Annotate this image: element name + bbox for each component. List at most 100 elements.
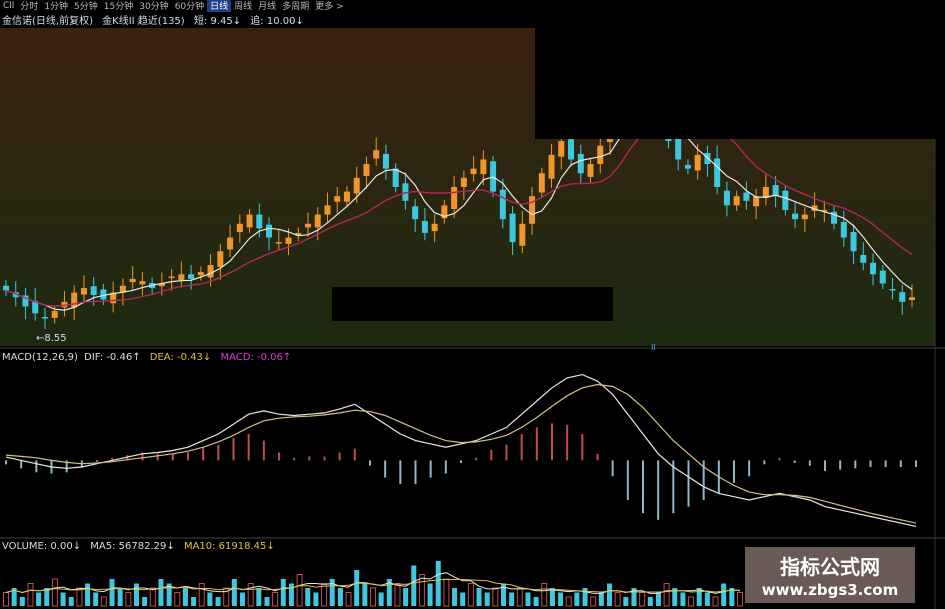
candle-body	[207, 265, 214, 278]
volume-bar	[354, 570, 360, 606]
masked-area-top	[535, 11, 945, 139]
candle-body	[256, 214, 263, 229]
volume-ma10-line	[5, 579, 740, 594]
candle-body	[568, 139, 575, 160]
volume-bar	[51, 578, 58, 607]
volume-bar	[76, 587, 83, 607]
candle-body	[197, 271, 204, 276]
volume-bar	[394, 583, 401, 607]
volume-bar	[117, 588, 123, 606]
volume-bar	[525, 592, 531, 606]
volume-bar	[182, 588, 188, 606]
volume-bar	[574, 592, 580, 606]
volume-ma5-label: MA5: 56782.29↓	[90, 541, 175, 552]
candle-body	[909, 297, 915, 301]
candle-body	[840, 221, 847, 238]
candle-body	[704, 153, 711, 165]
candle-body	[178, 274, 185, 281]
volume-bar	[721, 583, 727, 606]
macd-dif-label: DIF: -0.46↑	[84, 352, 141, 363]
candle-body	[470, 168, 477, 175]
candle-body	[879, 270, 886, 284]
volume-bar	[704, 592, 710, 606]
candle-body	[587, 164, 594, 177]
candle-body	[431, 223, 438, 232]
candle-body	[227, 237, 234, 250]
volume-bar	[467, 583, 474, 607]
volume-bar	[663, 583, 670, 607]
candle-body	[529, 196, 536, 224]
volume-bar	[541, 583, 548, 607]
volume-bar	[337, 588, 343, 606]
volume-bar	[256, 588, 262, 606]
candle-body	[577, 153, 584, 174]
volume-bar	[452, 588, 458, 606]
candle-body	[733, 196, 740, 206]
volume-bar	[231, 579, 237, 606]
volume-bar	[598, 592, 604, 606]
candle-body	[314, 214, 321, 228]
volume-bar	[27, 583, 34, 607]
volume-bar	[191, 597, 197, 606]
volume-bar	[215, 597, 221, 606]
candle-body	[363, 164, 370, 176]
volume-bar	[435, 561, 441, 606]
axis-marker-label: II	[651, 343, 656, 352]
candle-body	[275, 242, 282, 244]
candle-body	[460, 177, 467, 187]
volume-bar	[688, 596, 695, 607]
candle-body	[899, 292, 906, 302]
volume-bar	[345, 592, 352, 607]
candle-body	[90, 286, 97, 295]
volume-bar	[174, 592, 181, 607]
volume-bar	[296, 574, 303, 607]
volume-bar	[492, 587, 499, 607]
low-price-label: ←8.55	[36, 333, 67, 344]
volume-bar	[198, 583, 205, 607]
watermark-url: www.zbgs3.com	[761, 581, 899, 599]
macd-panel-header: MACD(12,26,9) DIF: -0.46↑ DEA: -0.43↓ MA…	[2, 352, 291, 363]
volume-bar	[516, 587, 523, 607]
candle-body	[509, 213, 516, 243]
volume-bar	[19, 597, 25, 606]
volume-bar	[639, 592, 646, 607]
volume-bar	[378, 592, 384, 606]
volume-bar	[313, 592, 319, 606]
volume-bar	[607, 583, 613, 606]
candle-body	[382, 153, 389, 169]
volume-bar	[712, 596, 719, 607]
macd-dea-label: DEA: -0.43↓	[149, 352, 212, 363]
candle-body	[860, 254, 867, 263]
volume-bar	[362, 583, 368, 606]
volume-bar	[565, 596, 572, 607]
candle-body	[801, 214, 808, 220]
volume-bar	[149, 587, 156, 607]
candle-body	[753, 196, 760, 207]
masked-area-middle	[332, 287, 613, 321]
volume-bar	[590, 596, 597, 607]
volume-bar	[240, 592, 246, 606]
macd-value-label: MACD: -0.06↑	[220, 352, 292, 363]
watermark-title: 指标公式网	[780, 555, 880, 579]
volume-bar	[207, 592, 213, 606]
volume-bar	[3, 592, 9, 607]
candle-body	[519, 223, 526, 246]
volume-ma10-label: MA10: 61918.45↓	[183, 541, 275, 552]
candle-body	[792, 213, 799, 220]
candle-body	[129, 278, 136, 283]
volume-bar	[280, 579, 286, 606]
candle-body	[3, 285, 9, 291]
candle-body	[782, 190, 789, 210]
volume-ma5-line	[5, 572, 741, 594]
macd-title[interactable]: MACD(12,26,9)	[2, 352, 78, 363]
candle-body	[51, 311, 58, 318]
candle-body	[675, 137, 682, 160]
candle-body	[392, 168, 399, 187]
candle-body	[684, 164, 691, 169]
candle-body	[714, 158, 721, 187]
volume-bar	[85, 583, 91, 606]
candle-body	[139, 281, 146, 285]
volume-title[interactable]: VOLUME: 0.00↓	[2, 541, 81, 552]
candle-body	[850, 232, 857, 252]
volume-bar	[100, 596, 107, 607]
